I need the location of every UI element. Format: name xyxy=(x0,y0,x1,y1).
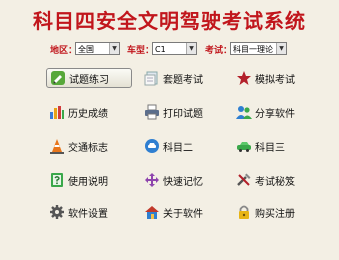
region-label: 地区： xyxy=(50,46,78,56)
lock-icon xyxy=(236,204,252,220)
share-button[interactable]: 分享软件 xyxy=(233,102,319,122)
quick-memory-button[interactable]: 快速记忆 xyxy=(141,170,227,190)
register-button[interactable]: 购买注册 xyxy=(233,202,319,222)
about-button[interactable]: 关于软件 xyxy=(141,202,227,222)
practice-button-label: 试题练习 xyxy=(69,74,109,86)
exam-select[interactable]: 科目一理论 ▼ xyxy=(230,42,287,55)
tools-icon xyxy=(236,172,252,188)
quick-memory-button-label: 快速记忆 xyxy=(163,176,203,188)
exam-tips-button[interactable]: 考试秘笈 xyxy=(233,170,319,190)
register-button-label: 购买注册 xyxy=(255,208,295,220)
app-title: 科目四安全文明驾驶考试系统 xyxy=(33,9,306,33)
car-icon xyxy=(144,138,160,154)
region-select-value: 全国 xyxy=(78,45,94,54)
exam-select-value: 科目一理论 xyxy=(233,45,273,54)
filter-bar: 地区： 全国 ▼ 车型： C1 ▼ 考试： 科目一理论 ▼ xyxy=(0,42,339,58)
mock-exam-button-label: 模拟考试 xyxy=(255,74,295,86)
subject-three-button[interactable]: 科目三 xyxy=(233,136,319,156)
settings-button[interactable]: 软件设置 xyxy=(46,202,132,222)
pencil-icon xyxy=(50,70,66,86)
print-button[interactable]: 打印试题 xyxy=(141,102,227,122)
practice-button[interactable]: 试题练习 xyxy=(46,68,132,88)
printer-icon xyxy=(144,104,160,120)
traffic-signs-button[interactable]: 交通标志 xyxy=(46,136,132,156)
car-type-select[interactable]: C1 ▼ xyxy=(152,42,197,55)
car-type-label: 车型： xyxy=(127,46,155,56)
subject-three-button-label: 科目三 xyxy=(255,142,285,154)
print-button-label: 打印试题 xyxy=(163,108,203,120)
green-car-icon xyxy=(236,138,252,154)
paper-stack-icon xyxy=(144,70,160,86)
gear-icon xyxy=(49,204,65,220)
mock-exam-button[interactable]: 模拟考试 xyxy=(233,68,319,88)
exam-label: 考试： xyxy=(205,46,233,56)
car-type-select-value: C1 xyxy=(155,45,166,54)
people-icon xyxy=(236,104,252,120)
traffic-signs-button-label: 交通标志 xyxy=(68,142,108,154)
subject-two-button-label: 科目二 xyxy=(163,142,193,154)
region-select[interactable]: 全国 ▼ xyxy=(75,42,120,55)
settings-button-label: 软件设置 xyxy=(68,208,108,220)
exam-tips-button-label: 考试秘笈 xyxy=(255,176,295,188)
help-book-icon xyxy=(49,172,65,188)
set-exam-button[interactable]: 套题考试 xyxy=(141,68,227,88)
instructions-button[interactable]: 使用说明 xyxy=(46,170,132,190)
house-icon xyxy=(144,204,160,220)
history-button[interactable]: 历史成绩 xyxy=(46,102,132,122)
chevron-down-icon: ▼ xyxy=(276,43,286,54)
star-icon xyxy=(236,70,252,86)
set-exam-button-label: 套题考试 xyxy=(163,74,203,86)
share-button-label: 分享软件 xyxy=(255,108,295,120)
bar-chart-icon xyxy=(49,104,65,120)
subject-two-button[interactable]: 科目二 xyxy=(141,136,227,156)
history-button-label: 历史成绩 xyxy=(68,108,108,120)
chevron-down-icon: ▼ xyxy=(186,43,196,54)
chevron-down-icon: ▼ xyxy=(109,43,119,54)
arrows-icon xyxy=(144,172,160,188)
about-button-label: 关于软件 xyxy=(163,208,203,220)
traffic-cone-icon xyxy=(49,138,65,154)
instructions-button-label: 使用说明 xyxy=(68,176,108,188)
